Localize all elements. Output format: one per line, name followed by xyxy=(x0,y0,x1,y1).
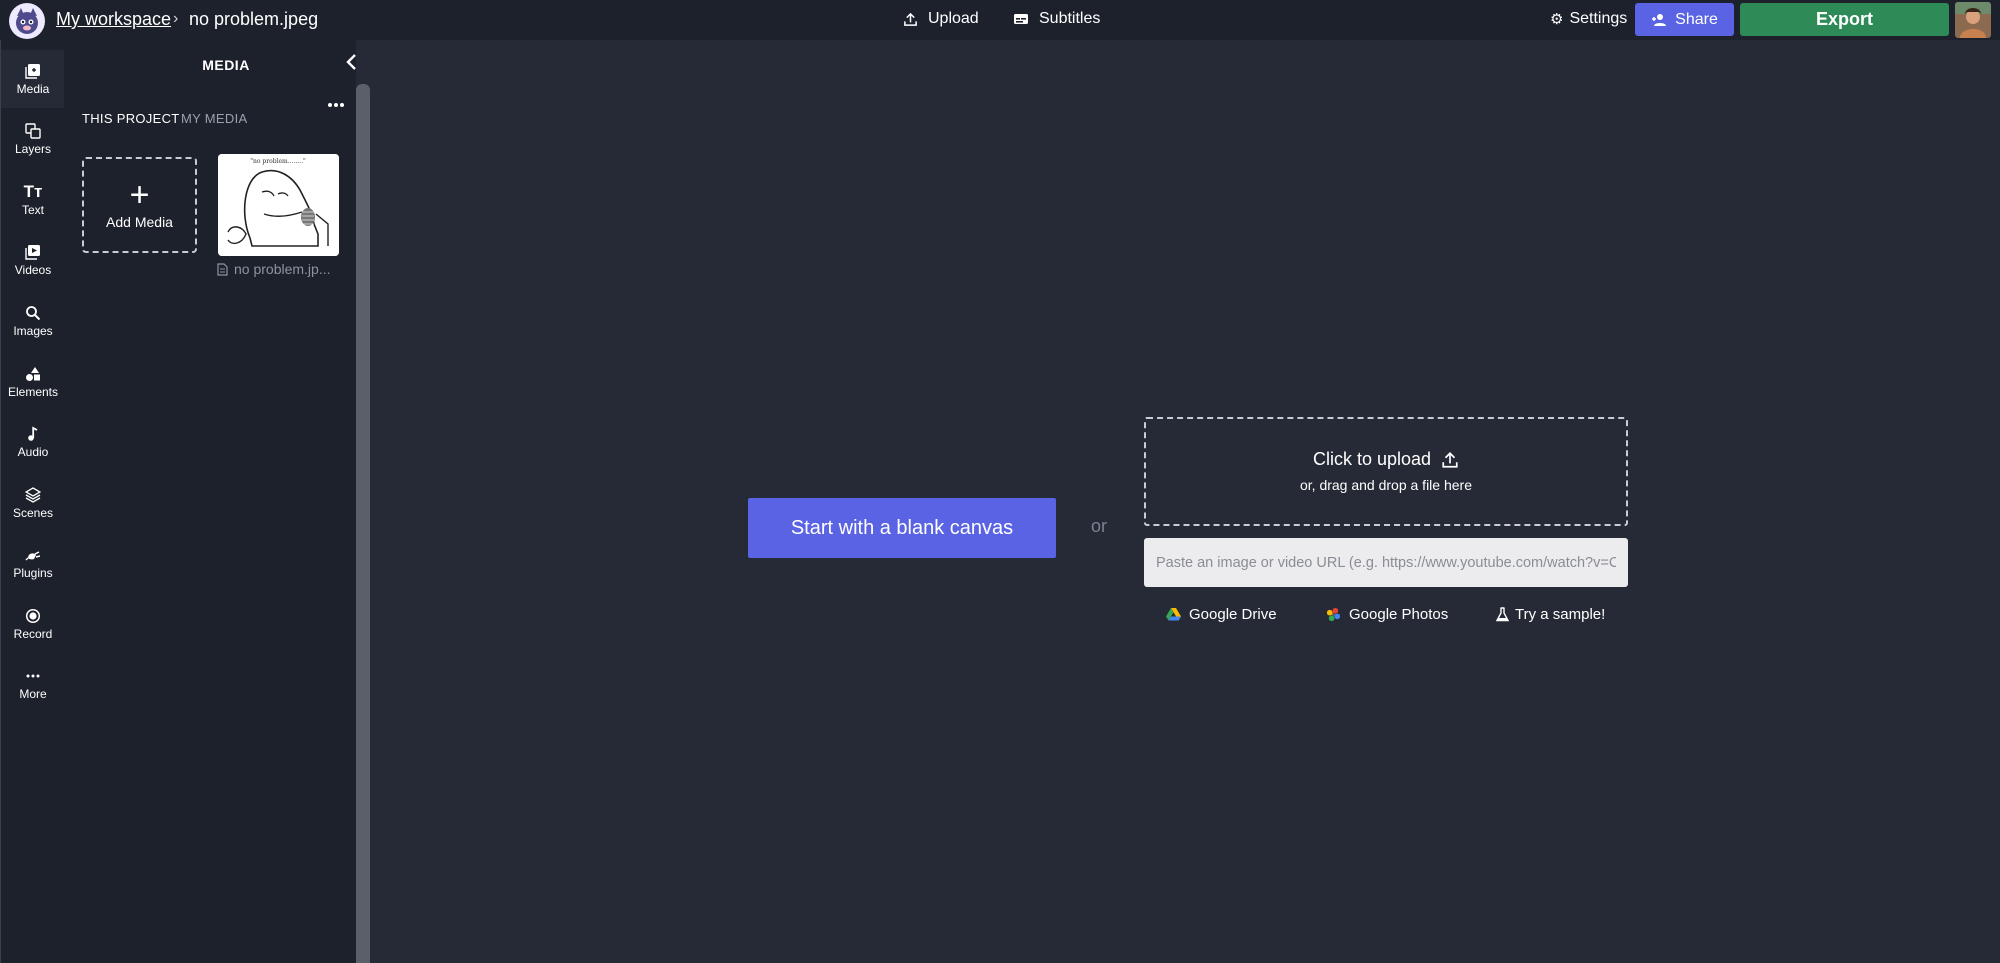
google-photos-button[interactable]: Google Photos xyxy=(1326,606,1448,623)
sidebar-item-images[interactable]: Images xyxy=(1,292,65,350)
cat-logo-icon xyxy=(16,8,38,34)
sidebar-item-label: Media xyxy=(16,81,50,96)
plus-icon: + xyxy=(129,176,150,214)
sidebar-item-label: More xyxy=(19,686,47,701)
record-icon xyxy=(25,608,41,623)
media-thumbnail[interactable]: "no problem........" xyxy=(218,154,339,256)
sidebar-item-audio[interactable]: Audio xyxy=(1,413,65,471)
dropzone-title-label: Click to upload xyxy=(1312,449,1432,469)
file-icon xyxy=(217,262,228,276)
subtitles-button[interactable]: Subtitles xyxy=(1013,10,1100,28)
sidebar-item-record[interactable]: Record xyxy=(1,595,65,653)
google-drive-icon xyxy=(1166,608,1181,621)
sidebar-item-label: Plugins xyxy=(13,565,53,580)
panel-scrollbar[interactable] xyxy=(356,84,370,963)
thumbnail-caption: "no problem........" xyxy=(250,158,306,165)
music-note-icon xyxy=(28,426,38,441)
avatar-photo xyxy=(1955,2,1991,38)
text-icon: Tт xyxy=(23,181,43,201)
settings-button[interactable]: ⚙ Settings xyxy=(1550,10,1627,28)
left-sidebar: Media Layers Tт Text Videos Images Eleme… xyxy=(0,40,65,963)
sidebar-item-videos[interactable]: Videos xyxy=(1,231,65,289)
media-item-label: no problem.jp... xyxy=(234,261,331,277)
media-url-input[interactable] xyxy=(1144,538,1628,587)
upload-dropzone[interactable]: Click to upload or, drag and drop a file… xyxy=(1144,417,1628,526)
settings-label: Settings xyxy=(1569,10,1628,27)
google-drive-label: Google Drive xyxy=(1189,606,1277,623)
google-photos-label: Google Photos xyxy=(1349,606,1449,623)
add-person-icon xyxy=(1652,13,1667,26)
share-label: Share xyxy=(1675,10,1718,28)
tab-my-media[interactable]: MY MEDIA xyxy=(181,111,247,126)
sidebar-item-more[interactable]: More xyxy=(1,655,65,713)
media-options-button[interactable] xyxy=(327,98,345,110)
project-file-name[interactable]: no problem.jpeg xyxy=(189,9,318,30)
sidebar-item-label: Text xyxy=(21,202,44,217)
export-button[interactable]: Export xyxy=(1740,3,1949,36)
panel-title: MEDIA xyxy=(202,57,250,73)
google-drive-button[interactable]: Google Drive xyxy=(1166,606,1277,623)
sidebar-item-label: Record xyxy=(13,626,53,641)
app-logo[interactable] xyxy=(9,3,45,39)
videos-icon xyxy=(25,244,40,260)
subtitles-label: Subtitles xyxy=(1039,10,1101,27)
tab-this-project[interactable]: THIS PROJECT xyxy=(82,111,180,126)
blank-canvas-button[interactable]: Start with a blank canvas xyxy=(748,498,1056,558)
more-icon xyxy=(26,674,40,677)
dropzone-title: Click to upload xyxy=(1146,449,1626,470)
chevron-left-icon xyxy=(346,54,356,70)
user-avatar[interactable] xyxy=(1955,2,1991,38)
upload-label: Upload xyxy=(928,10,979,27)
add-media-label: Add Media xyxy=(106,214,173,230)
sidebar-item-label: Layers xyxy=(14,141,52,156)
sidebar-item-label: Elements xyxy=(7,384,59,399)
subtitles-icon xyxy=(1014,14,1028,24)
sidebar-item-label: Scenes xyxy=(12,505,54,520)
scenes-icon xyxy=(25,486,41,503)
search-icon xyxy=(26,305,41,320)
media-icon xyxy=(25,63,40,79)
elements-icon xyxy=(26,366,40,381)
google-photos-icon xyxy=(1326,607,1341,622)
gear-icon: ⚙ xyxy=(1550,11,1564,28)
try-sample-label: Try a sample! xyxy=(1515,606,1606,623)
breadcrumb-separator: › xyxy=(173,10,179,27)
upload-icon xyxy=(1442,451,1458,468)
sidebar-item-label: Audio xyxy=(17,444,49,459)
sidebar-item-scenes[interactable]: Scenes xyxy=(1,474,65,532)
sidebar-item-plugins[interactable]: Plugins xyxy=(1,534,65,592)
sidebar-item-elements[interactable]: Elements xyxy=(1,353,65,411)
dropzone-subtitle: or, drag and drop a file here xyxy=(1299,477,1472,493)
media-panel: MEDIA THIS PROJECT MY MEDIA + Add Media … xyxy=(64,40,356,963)
more-horizontal-icon xyxy=(328,103,344,107)
sidebar-item-layers[interactable]: Layers xyxy=(1,110,65,168)
layers-icon xyxy=(25,122,41,139)
flask-icon xyxy=(1496,607,1509,622)
media-item-name: no problem.jp... xyxy=(217,261,331,277)
media-thumbnail-image: "no problem........" xyxy=(218,154,339,256)
upload-button[interactable]: Upload xyxy=(903,10,979,28)
plug-icon xyxy=(25,550,41,561)
add-media-button[interactable]: + Add Media xyxy=(82,157,197,253)
sidebar-item-label: Videos xyxy=(14,262,52,277)
sidebar-item-media[interactable]: Media xyxy=(1,50,65,108)
share-button[interactable]: Share xyxy=(1635,3,1734,36)
breadcrumb-workspace-link[interactable]: My workspace xyxy=(56,9,171,30)
try-sample-button[interactable]: Try a sample! xyxy=(1496,606,1605,623)
sidebar-item-label: Images xyxy=(13,323,53,338)
collapse-panel-button[interactable] xyxy=(342,52,362,72)
or-separator: or xyxy=(1091,516,1108,536)
sidebar-item-text[interactable]: Tт Text xyxy=(1,171,65,229)
upload-icon xyxy=(904,12,917,26)
